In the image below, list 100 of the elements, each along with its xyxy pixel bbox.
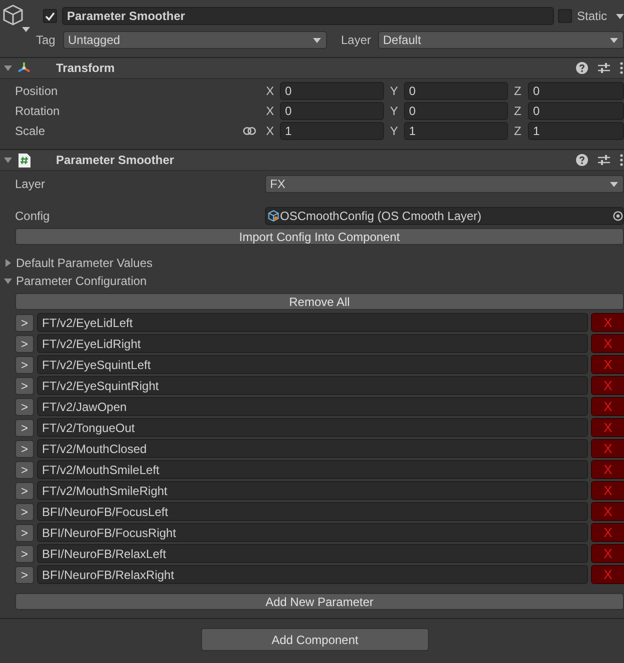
remove-button[interactable]: X xyxy=(591,355,624,374)
more-options-icon[interactable] xyxy=(620,62,623,74)
remove-button[interactable]: X xyxy=(591,523,624,542)
name-field[interactable]: Parameter Smoother xyxy=(62,7,554,25)
axis-label: X xyxy=(265,84,276,98)
parameter-name-field[interactable]: BFI/NeuroFB/FocusRight xyxy=(37,523,588,542)
config-object-field[interactable]: OSCmoothConfig (OS Cmooth Layer) xyxy=(265,207,624,225)
caret-icon xyxy=(313,38,321,42)
expand-button[interactable]: > xyxy=(15,460,34,478)
remove-all-button[interactable]: Remove All xyxy=(15,293,624,310)
axis-label: Y xyxy=(389,104,400,118)
foldout-label[interactable]: Default Parameter Values xyxy=(16,256,153,270)
remove-button[interactable]: X xyxy=(591,313,624,332)
expand-button[interactable]: > xyxy=(15,334,34,352)
number-field[interactable]: 1 xyxy=(404,122,508,140)
number-field[interactable]: 0 xyxy=(404,102,508,120)
help-icon[interactable] xyxy=(576,62,588,74)
remove-button[interactable]: X xyxy=(591,376,624,395)
property-label: Position xyxy=(15,84,58,98)
parameter-name-field[interactable]: BFI/NeuroFB/RelaxRight xyxy=(37,565,588,584)
expand-button[interactable]: > xyxy=(15,482,34,500)
active-checkbox[interactable] xyxy=(43,9,57,23)
parameter-name-field[interactable]: FT/v2/JawOpen xyxy=(37,397,588,416)
script-icon xyxy=(18,152,31,168)
import-config-button[interactable]: Import Config Into Component xyxy=(15,228,624,245)
parameter-name-field[interactable]: FT/v2/MouthSmileLeft xyxy=(37,460,588,479)
axis-label: Y xyxy=(389,84,400,98)
axes-icon xyxy=(17,61,31,75)
remove-button[interactable]: X xyxy=(591,397,624,416)
link-icon[interactable] xyxy=(243,127,256,135)
parameter-name-field[interactable]: FT/v2/TongueOut xyxy=(37,418,588,437)
parameter-name-field[interactable]: FT/v2/EyeLidRight xyxy=(37,334,588,353)
number-field[interactable]: 0 xyxy=(280,82,384,100)
collapse-triangle-icon[interactable] xyxy=(4,64,12,72)
remove-button[interactable]: X xyxy=(591,439,624,458)
expand-button[interactable]: > xyxy=(15,524,34,542)
component-title: Transform xyxy=(56,61,116,75)
expand-button[interactable]: > xyxy=(15,376,34,394)
tag-dropdown[interactable]: Untagged xyxy=(63,31,327,49)
remove-button[interactable]: X xyxy=(591,334,624,353)
remove-button[interactable]: X xyxy=(591,418,624,437)
property-label: Layer xyxy=(15,177,46,191)
parameter-name-field[interactable]: FT/v2/MouthSmileRight xyxy=(37,481,588,500)
remove-button[interactable]: X xyxy=(591,565,624,584)
parameter-name-field[interactable]: FT/v2/EyeSquintLeft xyxy=(37,355,588,374)
caret-icon xyxy=(22,27,30,32)
checkmark-icon xyxy=(45,12,55,20)
expand-button[interactable]: > xyxy=(15,398,34,416)
number-field[interactable]: 0 xyxy=(528,102,624,120)
axis-label: X xyxy=(265,124,276,138)
static-checkbox[interactable] xyxy=(558,9,572,23)
object-picker-icon[interactable] xyxy=(613,211,623,221)
remove-button[interactable]: X xyxy=(591,544,624,563)
number-field[interactable]: 0 xyxy=(280,102,384,120)
caret-icon xyxy=(616,14,624,18)
parameter-name-field[interactable]: FT/v2/EyeSquintRight xyxy=(37,376,588,395)
sliders-icon[interactable] xyxy=(598,154,610,166)
number-field[interactable]: 0 xyxy=(528,82,624,100)
foldout-label[interactable]: Parameter Configuration xyxy=(16,274,147,288)
axis-label: Y xyxy=(389,124,400,138)
expand-button[interactable]: > xyxy=(15,440,34,458)
layer-label: Layer xyxy=(341,33,372,47)
caret-icon xyxy=(610,182,618,186)
expand-button[interactable]: > xyxy=(15,566,34,584)
expand-button[interactable]: > xyxy=(15,418,34,436)
layer-dropdown[interactable]: Default xyxy=(378,31,624,49)
expand-button[interactable]: > xyxy=(15,314,34,332)
foldout-triangle-icon[interactable] xyxy=(4,259,12,267)
expand-button[interactable]: > xyxy=(15,544,34,562)
add-component-button[interactable]: Add Component xyxy=(201,628,429,651)
expand-button[interactable]: > xyxy=(15,356,34,374)
property-label: Scale xyxy=(15,124,46,138)
static-label: Static xyxy=(577,9,608,23)
axis-label: Z xyxy=(513,104,522,118)
axis-label: Z xyxy=(513,124,522,138)
number-field[interactable]: 1 xyxy=(280,122,384,140)
parameter-name-field[interactable]: FT/v2/MouthClosed xyxy=(37,439,588,458)
add-parameter-button[interactable]: Add New Parameter xyxy=(15,593,624,610)
remove-button[interactable]: X xyxy=(591,502,624,521)
sliders-icon[interactable] xyxy=(598,62,610,74)
component-title: Parameter Smoother xyxy=(56,153,176,167)
caret-icon xyxy=(610,38,618,42)
parameter-name-field[interactable]: BFI/NeuroFB/FocusLeft xyxy=(37,502,588,521)
more-options-icon[interactable] xyxy=(620,154,623,166)
collapse-triangle-icon[interactable] xyxy=(4,156,12,164)
foldout-triangle-icon[interactable] xyxy=(4,277,12,285)
property-label: Rotation xyxy=(15,104,60,118)
number-field[interactable]: 1 xyxy=(528,122,624,140)
parameter-name-field[interactable]: FT/v2/EyeLidLeft xyxy=(37,313,588,332)
remove-button[interactable]: X xyxy=(591,481,624,500)
tag-label: Tag xyxy=(36,33,56,47)
expand-button[interactable]: > xyxy=(15,502,34,520)
remove-button[interactable]: X xyxy=(591,460,624,479)
number-field[interactable]: 0 xyxy=(404,82,508,100)
asset-cube-icon xyxy=(268,210,279,222)
layer-dropdown[interactable]: FX xyxy=(265,175,624,193)
parameter-name-field[interactable]: BFI/NeuroFB/RelaxLeft xyxy=(37,544,588,563)
help-icon[interactable] xyxy=(576,154,588,166)
axis-label: Z xyxy=(513,84,522,98)
cube-icon[interactable] xyxy=(2,4,24,26)
